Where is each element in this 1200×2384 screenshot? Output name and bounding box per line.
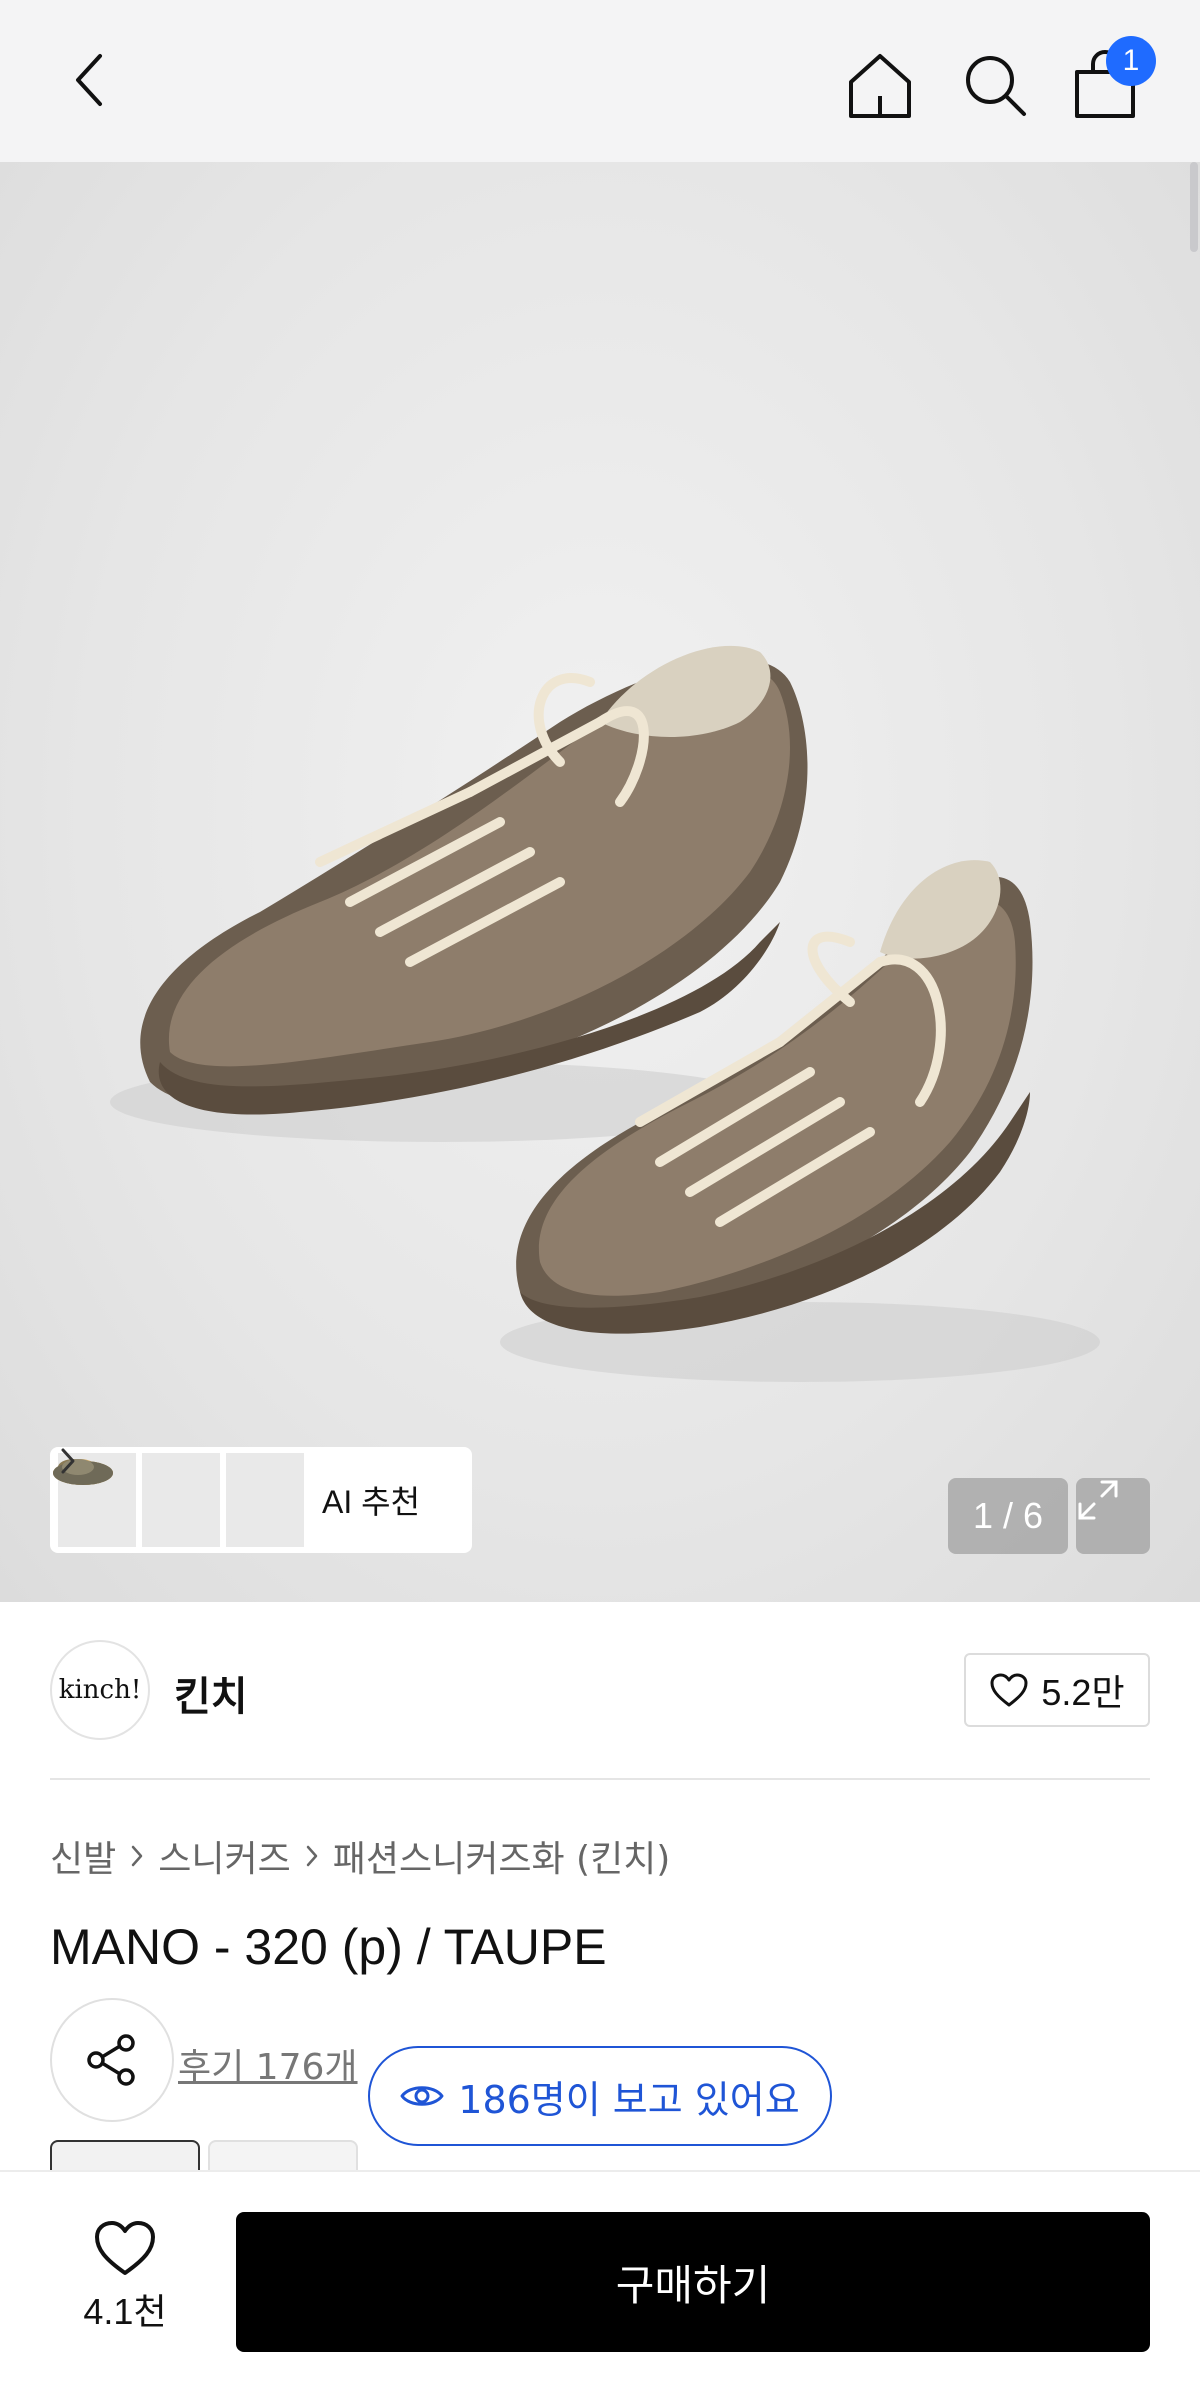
ai-thumbnail [53,1453,220,1547]
breadcrumb-item[interactable]: 스니커즈 [158,1830,290,1882]
brand-name[interactable]: 킨치 [174,1664,248,1722]
chevron-left-icon [76,54,102,106]
brand-like-count: 5.2만 [1041,1672,1125,1713]
chevron-right-icon [61,1448,75,1474]
viewers-badge: 186명이 보고 있어요 [368,2046,832,2146]
viewers-text: 186명이 보고 있어요 [458,2077,800,2122]
reviews-link[interactable]: 후기 176개 [178,2038,358,2090]
scroll-thumb[interactable] [1190,162,1198,252]
cart-button[interactable]: 1 [1060,36,1156,130]
chevron-right-icon [132,1845,143,1867]
product-image [110,645,1100,1382]
buy-button[interactable]: 구매하기 [236,2212,1150,2352]
top-navigation-bar: 1 [0,0,1200,162]
image-counter: 1 / 6 [948,1478,1068,1554]
brand-logo[interactable]: kinch! [50,1640,150,1740]
ai-recommend-label: AI 추천 [322,1484,421,1520]
home-icon [849,54,911,118]
brand-row: kinch! 킨치 5.2만 [50,1640,1150,1740]
cart-count-badge: 1 [1106,36,1156,86]
heart-icon [990,1673,1028,1707]
home-button[interactable] [835,40,925,130]
wishlist-button[interactable]: 4.1천 [60,2212,190,2342]
search-button[interactable] [950,40,1040,130]
back-button[interactable] [50,40,130,120]
divider [50,1778,1150,1780]
brand-like-button[interactable]: 5.2만 [964,1653,1150,1727]
expand-icon [1078,1480,1118,1520]
product-title: MANO - 320 (p) / TAUPE [50,1919,607,1975]
ai-thumbnail [53,1453,304,1547]
ai-recommend-button[interactable]: AI 추천 [50,1447,472,1553]
expand-button[interactable] [1076,1478,1150,1554]
product-image-gallery[interactable]: AI 추천 1 / 6 [0,162,1200,1602]
breadcrumb: 신발 스니커즈 패션스니커즈화 (킨치) [50,1830,670,1882]
wishlist-count: 4.1천 [83,2291,167,2332]
heart-icon [95,2221,155,2275]
option-tab[interactable] [50,2140,200,2170]
share-icon [87,2034,135,2086]
breadcrumb-item[interactable]: 패션스니커즈화 (킨치) [333,1830,671,1882]
share-button[interactable] [50,1998,174,2122]
breadcrumb-item[interactable]: 신발 [50,1830,116,1882]
eye-icon [400,2086,444,2106]
scrollbar[interactable] [1190,162,1200,1602]
search-icon [966,56,1026,116]
chevron-right-icon [306,1845,317,1867]
option-tab[interactable] [208,2140,358,2170]
bottom-action-bar: 4.1천 구매하기 [0,2170,1200,2384]
